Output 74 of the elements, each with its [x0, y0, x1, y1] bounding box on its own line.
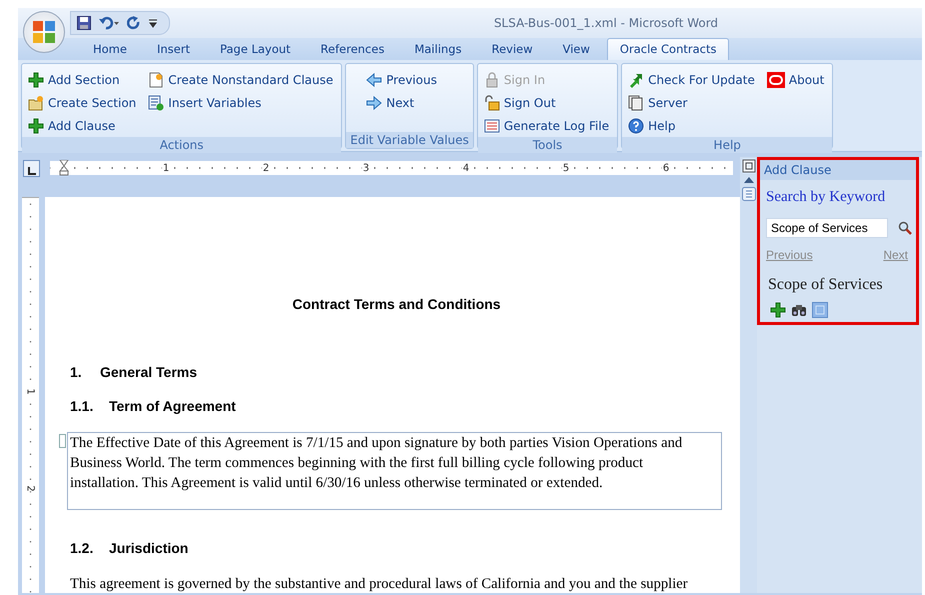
list-icon: [484, 118, 500, 134]
heading-number: 1.1.: [70, 398, 94, 414]
scroll-up-arrow-icon[interactable]: [744, 176, 754, 184]
server-icon: [628, 94, 644, 110]
keyword-field[interactable]: Scope of Services: [766, 218, 888, 238]
ribbon-button[interactable]: Generate Log File: [482, 114, 612, 137]
left-arrow-icon: [366, 72, 382, 88]
office-button[interactable]: [23, 11, 65, 53]
undo-icon[interactable]: [99, 16, 119, 30]
paragraph: This agreement is governed by the substantive and procedural laws of California and you and the supplier: [70, 575, 689, 593]
subsection-heading: Term of Agreement: [109, 398, 236, 414]
ribbon-button[interactable]: Add Clause: [26, 114, 138, 137]
save-icon[interactable]: [77, 16, 91, 30]
clause-result-title: Scope of Services: [768, 276, 884, 294]
subsection-heading: Jurisdiction: [109, 540, 188, 556]
search-icon[interactable]: [898, 221, 912, 235]
indent-marker-icon[interactable]: [59, 160, 69, 176]
right-arrow-icon: [366, 94, 382, 110]
customize-icon[interactable]: [149, 18, 157, 28]
document-title: Contract Terms and Conditions: [291, 296, 502, 312]
heading-number: 1.2.: [70, 540, 94, 556]
ribbon-tab[interactable]: Page Layout: [206, 38, 304, 60]
ribbon-button[interactable]: Create Nonstandard Clause: [146, 68, 336, 91]
redo-icon[interactable]: [127, 16, 141, 30]
ribbon-button[interactable]: Insert Variables: [146, 91, 336, 114]
ribbon-tab[interactable]: Insert: [144, 38, 203, 60]
group-label: Help: [622, 137, 832, 153]
ribbon-tab[interactable]: References: [308, 38, 398, 60]
plus-icon[interactable]: [770, 302, 786, 318]
window-title: SLSA-Bus-001_1.xml - Microsoft Word: [492, 16, 720, 30]
ribbon-tab[interactable]: Oracle Contracts: [606, 38, 730, 60]
ribbon-button[interactable]: Next: [364, 91, 439, 114]
horizontal-ruler[interactable]: 1 2 3 4 5 6: [50, 161, 733, 175]
scroll-thumb-icon[interactable]: [742, 187, 756, 201]
ribbon-button[interactable]: Previous: [364, 68, 439, 91]
group-label: Actions: [22, 137, 342, 153]
help-icon: [628, 118, 644, 134]
pane-title: Add Clause: [760, 160, 916, 180]
oval-logo-icon: [766, 72, 785, 88]
heading-number: 1.: [70, 364, 83, 380]
pane-toggle-icon[interactable]: [742, 159, 756, 173]
clause-handle[interactable]: [59, 434, 66, 448]
ruler-number: 4: [462, 162, 470, 174]
ribbon-button[interactable]: About: [764, 68, 826, 91]
section-heading: General Terms: [100, 364, 198, 380]
plus-icon: [28, 118, 44, 134]
search-heading: Search by Keyword: [766, 189, 886, 206]
ribbon-button[interactable]: Check For Update: [626, 68, 757, 91]
ruler-number: 1: [25, 388, 36, 395]
ruler-number: 6: [662, 162, 670, 174]
plus-icon: [28, 72, 44, 88]
ribbon-button[interactable]: Sign Out: [482, 91, 612, 114]
ribbon-tab[interactable]: Review: [478, 38, 546, 60]
ruler-number: 1: [162, 162, 170, 174]
ruler-number: 2: [25, 485, 36, 492]
ribbon-tab[interactable]: Mailings: [401, 38, 475, 60]
ribbon-tab[interactable]: View: [550, 38, 603, 60]
group-label: Tools: [478, 137, 618, 153]
binoculars-icon[interactable]: [791, 302, 807, 318]
lock-icon: [484, 72, 500, 88]
office-logo-icon: [31, 19, 57, 45]
ribbon-button[interactable]: Server: [626, 91, 757, 114]
group-label: Edit Variable Values: [346, 132, 473, 148]
open-lock-icon: [484, 94, 500, 110]
ruler-number: 5: [562, 162, 570, 174]
tab-selector[interactable]: [23, 160, 40, 176]
arrows-icon: [628, 72, 644, 88]
ribbon-tab[interactable]: Home: [80, 38, 140, 60]
ribbon-button[interactable]: Create Section: [26, 91, 138, 114]
ruler-number: 3: [362, 162, 370, 174]
ruler-number: 2: [262, 162, 270, 174]
ribbon-button[interactable]: Help: [626, 114, 757, 137]
left-tab-icon: [28, 166, 36, 176]
ribbon-button[interactable]: Add Section: [26, 68, 138, 91]
